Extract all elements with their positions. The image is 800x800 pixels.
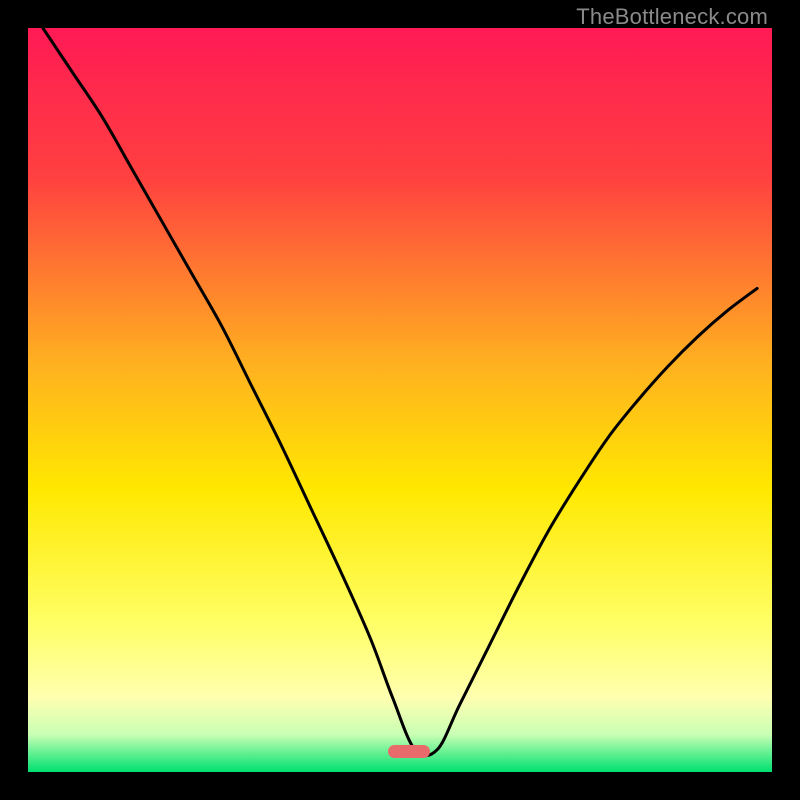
bottleneck-curve [28, 28, 772, 772]
optimal-marker [388, 745, 430, 758]
plot-area [28, 28, 772, 772]
chart-stage: TheBottleneck.com [0, 0, 800, 800]
watermark-text: TheBottleneck.com [576, 4, 768, 30]
